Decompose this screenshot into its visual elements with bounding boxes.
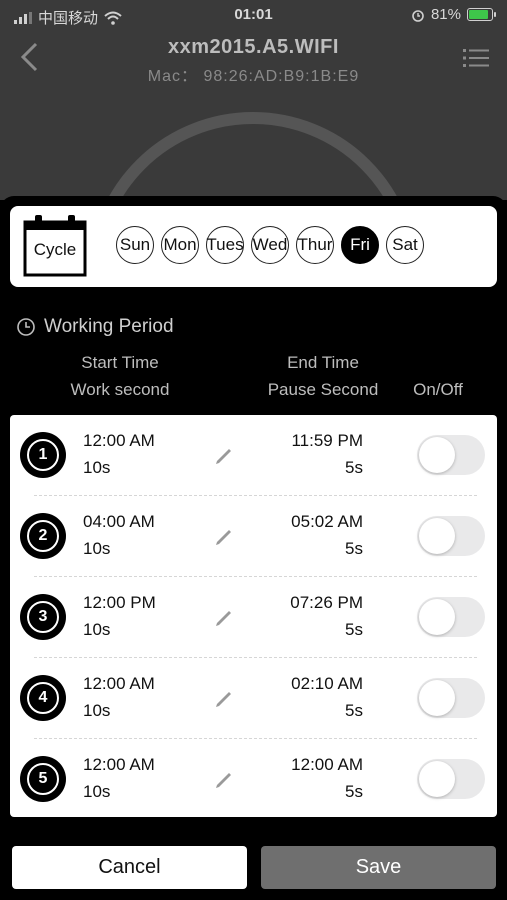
battery-percent: 81%: [430, 6, 461, 23]
day-tues[interactable]: Tues: [206, 226, 244, 264]
end-time-header: End Time: [287, 353, 359, 372]
background-screen: 中国移动 01:01 81% xxm2015.A5.WIFI Mac： 98:2…: [0, 0, 507, 200]
end-time: 05:02 AM: [291, 512, 363, 531]
pause-second: 5s: [345, 539, 363, 558]
day-mon[interactable]: Mon: [161, 226, 199, 264]
start-time: 12:00 AM: [83, 674, 155, 693]
work-second: 10s: [83, 458, 111, 477]
on-off-toggle[interactable]: [417, 678, 485, 718]
start-time: 12:00 PM: [83, 593, 156, 612]
pause-second: 5s: [345, 458, 363, 477]
period-row: 5 12:00 AM 10s 12:00 AM 5s: [10, 739, 497, 820]
row-number: 4: [27, 682, 59, 714]
edit-pencil-icon[interactable]: [213, 443, 235, 465]
day-thur[interactable]: Thur: [296, 226, 334, 264]
day-sun[interactable]: Sun: [116, 226, 154, 264]
row-number-badge: 4: [20, 675, 66, 721]
schedule-sheet: Cycle Sun Mon Tues Wed Thur Fri Sat Work…: [0, 196, 507, 900]
edit-pencil-icon[interactable]: [213, 524, 235, 546]
pause-second: 5s: [345, 701, 363, 720]
row-number: 2: [27, 520, 59, 552]
work-second-header: Work second: [70, 380, 170, 399]
status-right: 81%: [411, 6, 496, 23]
status-bar: 中国移动 01:01 81%: [0, 0, 507, 30]
start-time: 04:00 AM: [83, 512, 155, 531]
row-number: 5: [27, 763, 59, 795]
battery-icon: [467, 8, 496, 21]
end-time: 11:59 PM: [291, 431, 363, 450]
period-row: 1 12:00 AM 10s 11:59 PM 5s: [10, 415, 497, 496]
period-row: 4 12:00 AM 10s 02:10 AM 5s: [10, 658, 497, 739]
clock-icon: [17, 318, 35, 336]
pause-second: 5s: [345, 620, 363, 639]
on-off-toggle[interactable]: [417, 435, 485, 475]
device-title: xxm2015.A5.WIFI: [168, 36, 339, 58]
on-off-toggle[interactable]: [417, 597, 485, 637]
start-time: 12:00 AM: [83, 755, 155, 774]
on-off-toggle[interactable]: [417, 759, 485, 799]
end-time: 02:10 AM: [291, 674, 363, 693]
edit-pencil-icon[interactable]: [213, 605, 235, 627]
on-off-header: On/Off: [413, 380, 463, 399]
menu-icon[interactable]: [463, 48, 489, 68]
on-off-toggle[interactable]: [417, 516, 485, 556]
row-number-badge: 3: [20, 594, 66, 640]
save-button[interactable]: Save: [261, 846, 496, 889]
pause-second: 5s: [345, 782, 363, 801]
day-selector: Sun Mon Tues Wed Thur Fri Sat: [116, 226, 424, 264]
alarm-icon: [412, 9, 424, 22]
start-time: 12:00 AM: [83, 431, 155, 450]
row-number-badge: 5: [20, 756, 66, 802]
row-number-badge: 2: [20, 513, 66, 559]
work-second: 10s: [83, 539, 111, 558]
working-period-title: Working Period: [44, 316, 174, 337]
day-wed[interactable]: Wed: [251, 226, 289, 264]
pause-second-header: Pause Second: [267, 380, 379, 399]
row-number: 1: [27, 439, 59, 471]
day-sat[interactable]: Sat: [386, 226, 424, 264]
period-row: 2 04:00 AM 10s 05:02 AM 5s: [10, 496, 497, 577]
period-row: 3 12:00 PM 10s 07:26 PM 5s: [10, 577, 497, 658]
device-mac: Mac： 98:26:AD:B9:1B:E9: [147, 68, 360, 85]
work-second: 10s: [83, 782, 111, 801]
dial-ring: [88, 112, 418, 200]
cancel-button[interactable]: Cancel: [12, 846, 247, 889]
edit-pencil-icon[interactable]: [213, 767, 235, 789]
working-period-header: Working Period: [16, 316, 174, 338]
row-number-badge: 1: [20, 432, 66, 478]
work-second: 10s: [83, 701, 111, 720]
end-time: 07:26 PM: [290, 593, 363, 612]
work-second: 10s: [83, 620, 111, 639]
end-time: 12:00 AM: [291, 755, 363, 774]
cycle-card: Cycle Sun Mon Tues Wed Thur Fri Sat: [10, 206, 497, 287]
start-time-header: Start Time: [81, 353, 159, 372]
row-number: 3: [27, 601, 59, 633]
edit-pencil-icon[interactable]: [213, 686, 235, 708]
cycle-label: Cycle: [33, 240, 77, 259]
period-list: 1 12:00 AM 10s 11:59 PM 5s 2 04:00 AM 10…: [10, 415, 497, 817]
day-fri[interactable]: Fri: [341, 226, 379, 264]
